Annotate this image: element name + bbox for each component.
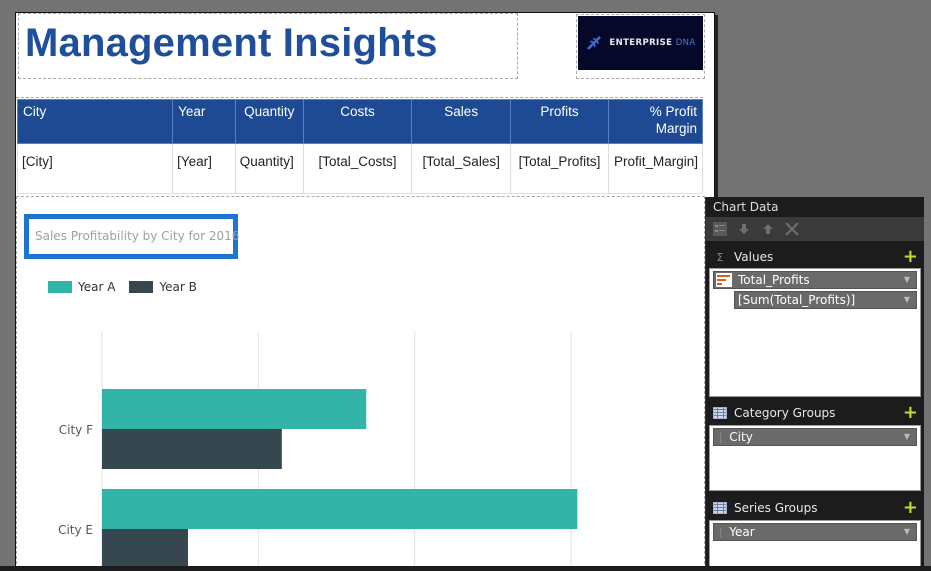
series-field-year[interactable]: [ Year ▼ <box>713 523 917 541</box>
chart-data-panel: Chart Data Σ Values + Total_Profits ▼ [S… <box>705 197 924 571</box>
report-page: Management Insights ENTERPRISE DNA City … <box>15 12 715 569</box>
cell-city[interactable]: [City] <box>16 143 174 194</box>
legend-item-year-a: Year A <box>48 280 115 294</box>
panel-title: Chart Data <box>713 200 779 214</box>
category-label: City E <box>58 523 93 537</box>
category-label: City F <box>59 423 93 437</box>
tablix-region: City Year Quantity Costs Sales Profits %… <box>16 97 704 194</box>
move-up-icon[interactable] <box>760 221 776 237</box>
legend-label: Year B <box>159 280 197 294</box>
value-field-label: Total_Profits <box>738 273 810 287</box>
header-profit-margin[interactable]: % Profit Margin <box>607 99 704 144</box>
dropdown-arrow-icon[interactable]: ▼ <box>904 275 910 284</box>
bar-city-f-year-b[interactable] <box>102 429 282 469</box>
series-groups-header: Series Groups + <box>706 497 924 519</box>
series-field-label: Year <box>729 525 755 539</box>
legend-swatch-year-a <box>48 281 72 293</box>
enterprise-dna-logo: ENTERPRISE DNA <box>578 16 703 70</box>
header-city[interactable]: City <box>16 99 174 144</box>
table-header-row: City Year Quantity Costs Sales Profits %… <box>16 99 704 144</box>
header-quantity[interactable]: Quantity <box>234 99 304 144</box>
category-field-city[interactable]: [ City ▼ <box>713 428 917 446</box>
legend-swatch-year-b <box>129 281 154 293</box>
cell-costs[interactable]: [Total_Costs] <box>302 143 413 194</box>
value-field-total-profits[interactable]: Total_Profits ▼ <box>713 271 917 289</box>
legend-label: Year A <box>78 280 116 294</box>
category-groups-list: [ City ▼ <box>709 425 921 491</box>
panel-toolbar <box>706 217 924 241</box>
header-year[interactable]: Year <box>172 99 236 144</box>
bar-city-e-year-b[interactable] <box>102 529 188 569</box>
delete-icon[interactable] <box>784 221 800 237</box>
properties-icon[interactable] <box>712 221 728 237</box>
report-title: Management Insights <box>25 21 438 65</box>
bar-series-icon <box>716 273 732 287</box>
dropdown-arrow-icon[interactable]: ▼ <box>904 432 910 441</box>
title-textbox[interactable]: Management Insights <box>18 13 518 79</box>
category-groups-header: Category Groups + <box>706 402 924 424</box>
values-list: Total_Profits ▼ [Sum(Total_Profits)] ▼ <box>709 268 921 397</box>
legend-item-year-b: Year B <box>129 280 197 294</box>
logo-text: ENTERPRISE DNA <box>609 38 696 48</box>
chart-legend: Year A Year B <box>48 280 197 294</box>
logo-image-box[interactable]: ENTERPRISE DNA <box>576 14 705 79</box>
cell-year[interactable]: [Year] <box>172 143 236 194</box>
cell-profits[interactable]: [Total_Profits] <box>510 143 609 194</box>
data-table[interactable]: City Year Quantity Costs Sales Profits %… <box>16 99 704 194</box>
dropdown-arrow-icon[interactable]: ▼ <box>904 295 910 304</box>
value-expression-label: [Sum(Total_Profits)] <box>738 293 856 307</box>
series-groups-label: Series Groups <box>734 501 818 515</box>
move-down-icon[interactable] <box>736 221 752 237</box>
series-groups-list: [ Year ▼ <box>709 520 921 567</box>
values-section-header: Σ Values + <box>706 246 924 268</box>
header-profits[interactable]: Profits <box>510 99 609 144</box>
value-expression-field[interactable]: [Sum(Total_Profits)] ▼ <box>734 291 917 309</box>
header-sales[interactable]: Sales <box>411 99 512 144</box>
cell-sales[interactable]: [Total_Sales] <box>411 143 512 194</box>
cell-quantity[interactable]: Quantity] <box>234 143 304 194</box>
cell-profit-margin[interactable]: Profit_Margin] <box>607 143 704 194</box>
group-bracket-icon: [ <box>719 525 724 539</box>
chart-title: Sales Profitability by City for 2016 <box>35 229 240 243</box>
add-category-icon[interactable]: + <box>903 404 918 422</box>
add-value-icon[interactable]: + <box>903 248 918 266</box>
sigma-icon: Σ <box>716 250 724 264</box>
bar-city-e-year-a[interactable] <box>102 489 578 529</box>
chart-title-highlight[interactable]: Sales Profitability by City for 2016 <box>24 214 240 259</box>
dropdown-arrow-icon[interactable]: ▼ <box>904 527 910 536</box>
category-field-label: City <box>729 430 753 444</box>
add-series-icon[interactable]: + <box>903 499 918 517</box>
header-costs[interactable]: Costs <box>302 99 413 144</box>
grid-icon <box>712 407 728 419</box>
category-groups-label: Category Groups <box>734 406 836 420</box>
grid-icon <box>712 502 728 514</box>
table-row: [City] [Year] Quantity] [Total_Costs] [T… <box>16 143 704 194</box>
group-bracket-icon: [ <box>719 430 724 444</box>
values-label: Values <box>734 250 774 264</box>
bottom-edge <box>0 566 931 571</box>
dna-helix-icon <box>587 36 602 50</box>
chart-region[interactable]: City F City E Sales Profitability by City… <box>16 196 705 569</box>
bar-city-f-year-a[interactable] <box>102 389 367 429</box>
